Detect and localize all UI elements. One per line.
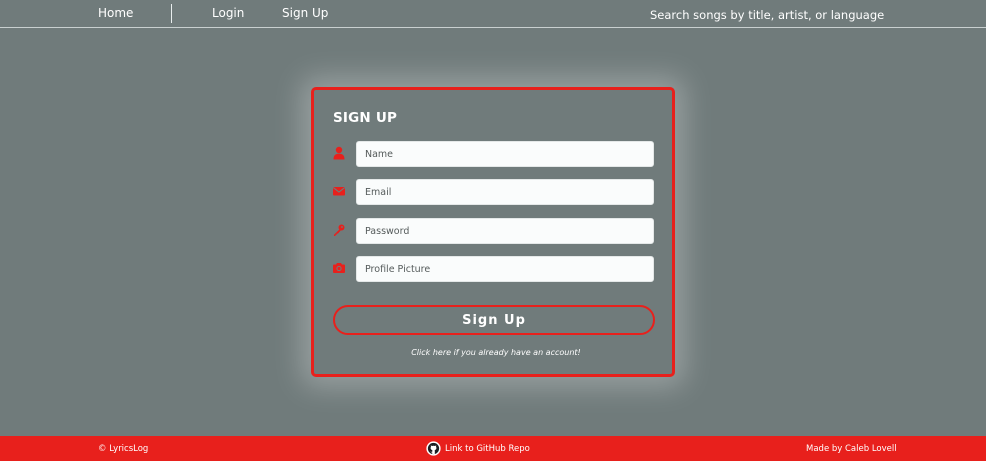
profile-picture-field-row (314, 256, 678, 282)
github-link-label: Link to GitHub Repo (445, 443, 530, 454)
signup-button[interactable]: Sign Up (333, 305, 655, 335)
password-field[interactable] (356, 218, 654, 244)
email-field[interactable] (356, 179, 654, 205)
signup-card: SIGN UP Sign Up Click here if you alr (311, 87, 675, 377)
copyright-text: © LyricsLog (98, 444, 149, 454)
github-repo-link[interactable]: Link to GitHub Repo (426, 441, 530, 456)
name-field[interactable] (356, 141, 654, 167)
nav-home-link[interactable]: Home (98, 6, 133, 20)
camera-icon (333, 263, 345, 273)
name-field-row (314, 141, 678, 167)
key-icon (334, 224, 345, 236)
user-icon (333, 146, 345, 160)
footer: © LyricsLog Link to GitHub Repo Made by … (0, 436, 986, 461)
envelope-icon (332, 187, 346, 196)
nav-login-link[interactable]: Login (212, 6, 244, 20)
profile-picture-field[interactable] (356, 256, 654, 282)
form-title: SIGN UP (333, 110, 398, 126)
search-input[interactable] (650, 6, 890, 24)
login-link[interactable]: Click here if you already have an accoun… (314, 348, 678, 357)
nav-divider (171, 4, 172, 23)
email-field-row (314, 179, 678, 205)
password-field-row (314, 218, 678, 244)
top-nav: Home Login Sign Up (0, 0, 986, 28)
nav-signup-link[interactable]: Sign Up (282, 6, 328, 20)
credit-text: Made by Caleb Lovell (806, 444, 897, 454)
github-icon (426, 441, 441, 456)
